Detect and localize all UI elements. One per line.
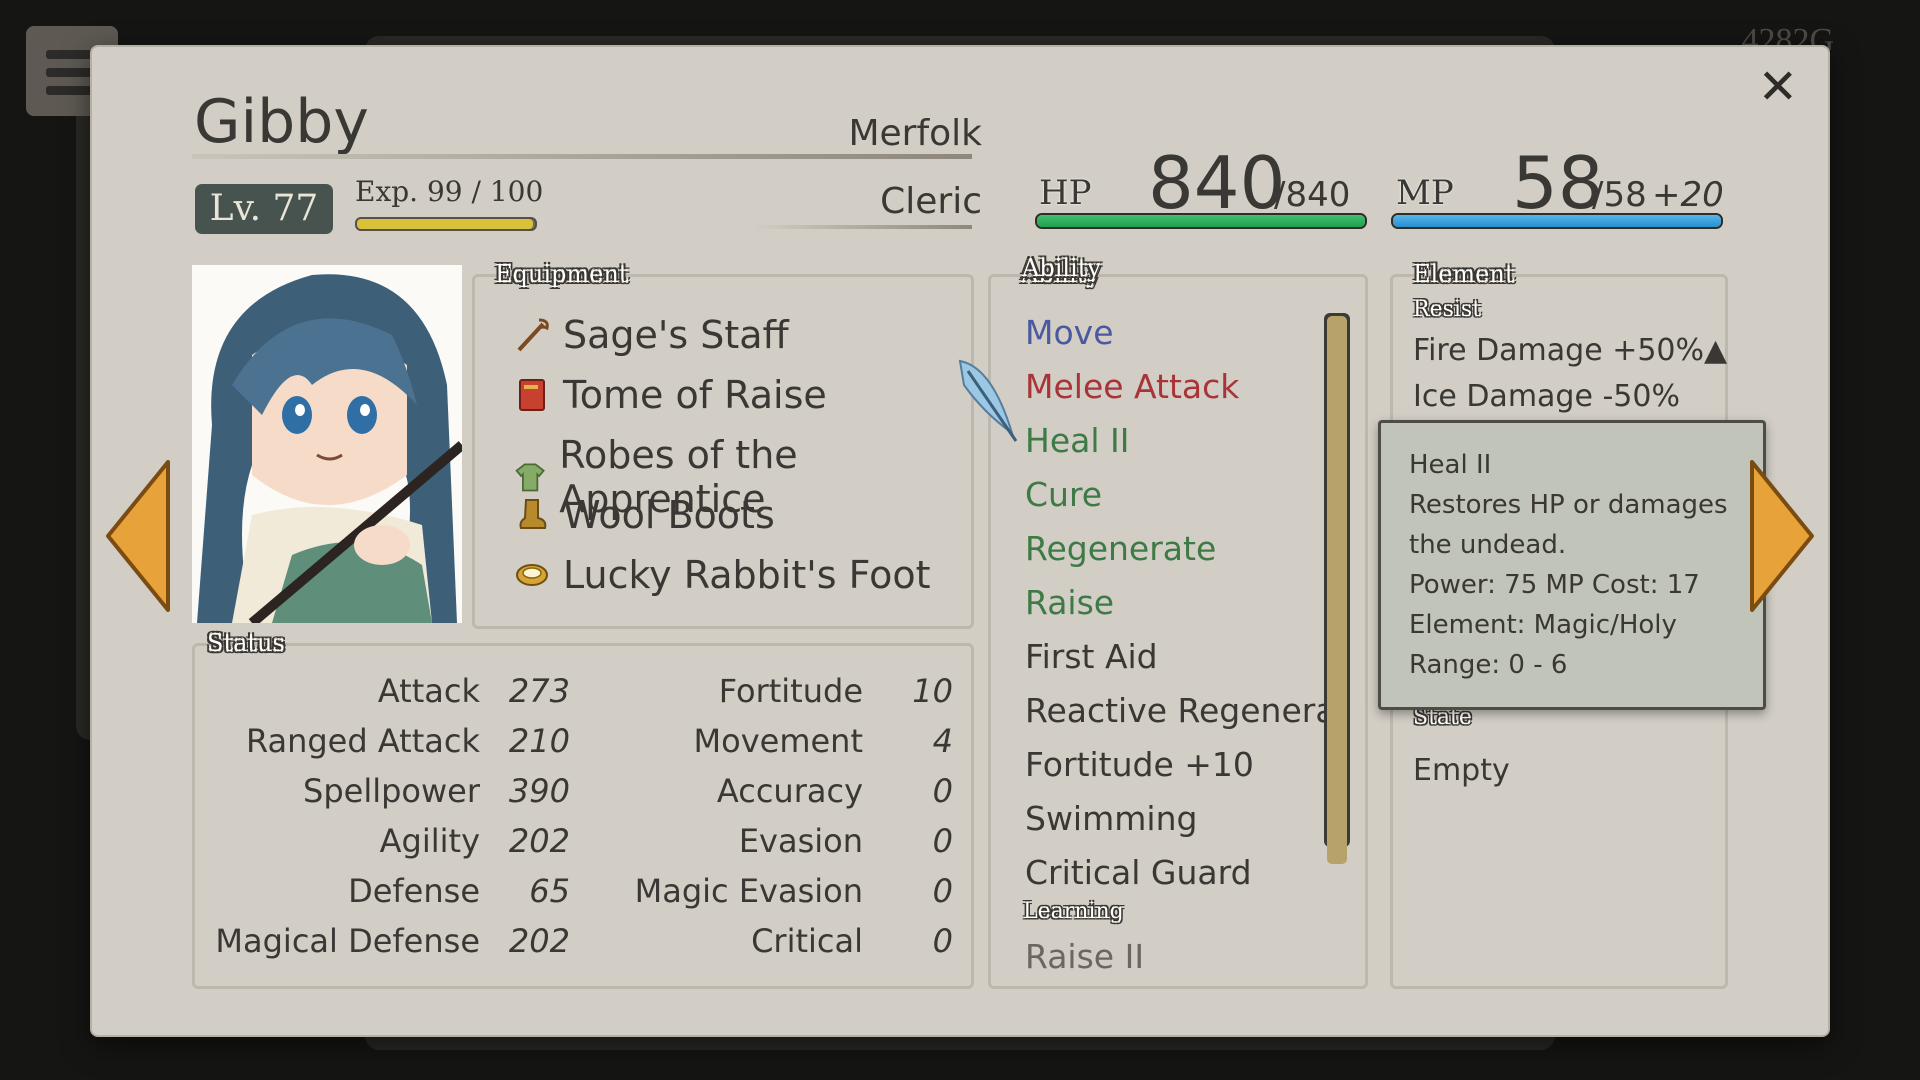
ability-item[interactable]: Move <box>1025 313 1114 352</box>
status-label: Movement <box>693 722 864 760</box>
learning-title: Learning <box>1023 899 1124 924</box>
status-value: 273 <box>508 672 570 710</box>
status-value: 390 <box>508 772 570 810</box>
hp-bar <box>1035 213 1367 229</box>
name-underline <box>192 154 972 159</box>
equipment-box: Equipment Sage's Staff Tome of Raise Rob… <box>472 260 974 629</box>
menu-icon-bar <box>46 86 98 95</box>
ability-item[interactable]: First Aid <box>1025 637 1158 676</box>
hp-max: /840 <box>1274 175 1351 215</box>
equipment-slot-offhand[interactable]: Tome of Raise <box>513 373 827 417</box>
character-race: Merfolk <box>848 113 982 154</box>
element-title: Element <box>1413 260 1515 288</box>
status-value: 0 <box>932 922 953 960</box>
ability-item[interactable]: Cure <box>1025 475 1102 514</box>
equipment-slot-weapon[interactable]: Sage's Staff <box>513 313 789 357</box>
previous-character-arrow-icon[interactable] <box>104 458 172 614</box>
book-icon <box>519 379 545 411</box>
level-badge: Lv. 77 <box>195 184 333 234</box>
equipment-label: Wool Boots <box>563 493 775 537</box>
status-value: 0 <box>932 772 953 810</box>
exp-bar-fill <box>357 219 534 229</box>
ring-icon <box>516 564 548 586</box>
robe-icon <box>515 463 545 492</box>
status-label: Spellpower <box>303 772 480 810</box>
mp-bonus: +20 <box>1652 175 1724 215</box>
tooltip-power-cost: Power: 75 MP Cost: 17 <box>1409 570 1700 600</box>
status-label: Attack <box>377 672 480 710</box>
hp-bar-fill <box>1037 215 1365 227</box>
tooltip-element: Element: Magic/Holy <box>1409 610 1677 640</box>
tooltip-ability-name: Heal II <box>1409 450 1492 480</box>
status-label: Magic Evasion <box>634 872 863 910</box>
resist-item: Ice Damage -50% <box>1413 379 1680 414</box>
tooltip-description: Restores HP or damages <box>1409 490 1728 520</box>
status-label: Critical <box>751 922 863 960</box>
status-value: 65 <box>529 872 570 910</box>
status-value: 4 <box>932 722 953 760</box>
equipment-slot-boots[interactable]: Wool Boots <box>513 493 775 537</box>
ability-box: Ability Move Melee Attack Heal II Cure Regen… <box>988 274 1368 989</box>
ability-item[interactable]: Regenerate <box>1025 529 1216 568</box>
ability-item[interactable]: Critical Guard <box>1025 853 1252 892</box>
class-underline <box>752 225 972 229</box>
resist-item-label: Fire Damage +50% <box>1413 333 1705 368</box>
tooltip-description: the undead. <box>1409 530 1567 560</box>
ability-scrollbar-thumb[interactable] <box>1327 316 1347 864</box>
equipment-slot-accessory[interactable]: Lucky Rabbit's Foot <box>513 553 930 597</box>
mp-label: MP <box>1396 173 1454 213</box>
ability-item[interactable]: Swimming <box>1025 799 1197 838</box>
character-portrait <box>192 265 462 623</box>
boot-icon <box>519 499 547 529</box>
character-panel: ✕ Gibby Merfolk Cleric Lv. 77 Exp. 99 / … <box>92 47 1828 1035</box>
ability-item[interactable]: Raise <box>1025 583 1114 622</box>
status-label: Agility <box>379 822 480 860</box>
status-value: 0 <box>932 822 953 860</box>
mp-max: /58 <box>1592 175 1647 215</box>
status-label: Magical Defense <box>215 922 480 960</box>
status-label: Defense <box>348 872 480 910</box>
ability-item[interactable]: Melee Attack <box>1025 367 1239 406</box>
staff-icon <box>517 318 549 352</box>
ability-item[interactable]: Reactive Regenerat <box>1025 691 1349 730</box>
next-character-arrow-icon[interactable] <box>1748 458 1816 614</box>
mp-bar <box>1391 213 1723 229</box>
ability-item[interactable]: Heal II <box>1025 421 1129 460</box>
status-value: 202 <box>508 822 570 860</box>
status-box: Status Attack 273 Ranged Attack 210 Spellpow… <box>192 629 974 989</box>
character-name: Gibby <box>194 87 369 157</box>
mp-bar-fill <box>1393 215 1721 227</box>
equipment-label: Sage's Staff <box>563 313 789 357</box>
status-value: 210 <box>508 722 570 760</box>
ability-item[interactable]: Fortitude +10 <box>1025 745 1254 784</box>
learning-item[interactable]: Raise II <box>1025 937 1144 976</box>
resist-title: Resist <box>1413 297 1482 322</box>
status-value: 202 <box>508 922 570 960</box>
exp-label: Exp. 99 / 100 <box>355 175 544 208</box>
status-value: 10 <box>912 672 953 710</box>
status-title: Status <box>207 629 285 657</box>
ability-title-label: Ability <box>1022 254 1101 282</box>
status-label: Evasion <box>738 822 863 860</box>
resist-item: Fire Damage +50%▲ <box>1413 333 1727 368</box>
quill-cursor-icon <box>958 359 1018 442</box>
ability-scrollbar[interactable] <box>1324 313 1350 864</box>
tooltip-range: Range: 0 - 6 <box>1409 650 1568 680</box>
status-label: Accuracy <box>716 772 863 810</box>
status-label: Fortitude <box>718 672 863 710</box>
menu-icon <box>46 50 98 59</box>
character-class: Cleric <box>880 181 982 222</box>
equipment-label: Lucky Rabbit's Foot <box>563 553 931 597</box>
ability-tooltip: Heal II Restores HP or damages the undea… <box>1378 420 1766 710</box>
state-value: Empty <box>1413 753 1510 788</box>
hp-label: HP <box>1039 173 1092 213</box>
exp-bar <box>355 217 537 231</box>
status-value: 0 <box>932 872 953 910</box>
triangle-up-icon: ▲ <box>1704 333 1728 368</box>
equipment-label: Tome of Raise <box>563 373 827 417</box>
status-label: Ranged Attack <box>245 722 480 760</box>
equipment-title: Equipment <box>495 260 629 288</box>
close-button[interactable]: ✕ <box>1758 59 1798 115</box>
menu-icon-bar <box>46 68 98 77</box>
